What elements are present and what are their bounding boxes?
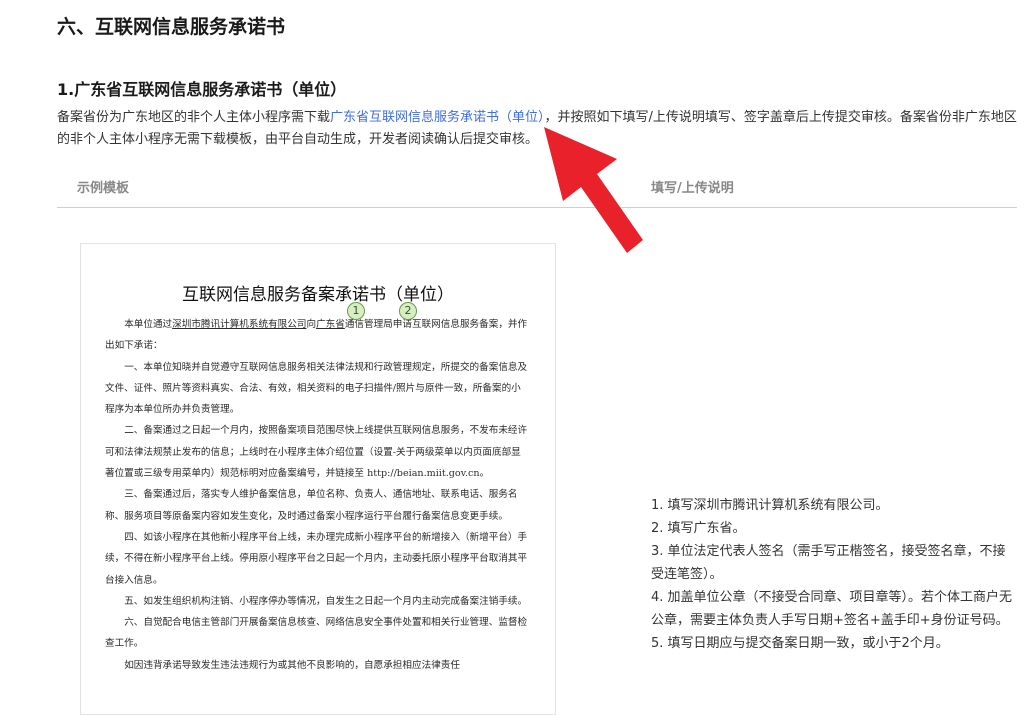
- intro-text-before: 备案省份为广东地区的非个人主体小程序需下载: [57, 110, 331, 125]
- section-heading: 六、互联网信息服务承诺书: [57, 16, 286, 38]
- document-body: 本单位通过深圳市腾讯计算机系统有限公司向广东省通信管理局申请互联网信息服务备案，…: [105, 314, 529, 676]
- table-header: 示例模板 填写/上传说明: [57, 172, 1017, 208]
- intro-paragraph: 备案省份为广东地区的非个人主体小程序需下载广东省互联网信息服务承诺书（单位），并…: [57, 107, 1022, 151]
- document-company-field: 深圳市腾讯计算机系统有限公司: [172, 319, 307, 330]
- document-paragraph: 如因违背承诺导致发生违法违规行为或其他不良影响的，自愿承担相应法律责任: [124, 659, 460, 671]
- header-instructions: 填写/上传说明: [651, 181, 734, 196]
- instruction-item: 5. 填写日期应与提交备案日期一致，或小于2个月。: [651, 636, 949, 651]
- document-paragraph: 一、本单位知晓并自觉遵守互联网信息服务相关法律法规和行政管理规定，所提交的备案信…: [105, 361, 528, 416]
- document-paragraph: 四、如该小程序在其他新小程序平台上线，未办理完成新小程序平台的新增接入（新增平台…: [105, 531, 528, 586]
- download-template-link[interactable]: 广东省互联网信息服务承诺书（单位）: [330, 110, 545, 125]
- document-paragraph: 三、备案通过后，落实专人维护备案信息，单位名称、负责人、通信地址、联系电话、服务…: [105, 489, 518, 522]
- document-paragraph: 五、如发生组织机构注销、小程序停办等情况，自发生之日起一个月内主动完成备案注销手…: [124, 595, 528, 607]
- document-paragraph: 二、备案通过之日起一个月内，按照备案项目范围尽快上线提供互联网信息服务，不发布未…: [105, 425, 528, 480]
- instruction-item: 4. 加盖单位公章（不接受合同章、项目章等）。若个体工商户无公章，需要主体负责人…: [651, 590, 1013, 628]
- example-document-image: 互联网信息服务备案承诺书（单位） 本单位通过深圳市腾讯计算机系统有限公司向广东省…: [80, 243, 556, 715]
- marker-1-badge: 1: [347, 302, 365, 320]
- document-title: 互联网信息服务备案承诺书（单位）: [182, 285, 454, 305]
- instruction-item: 2. 填写广东省。: [651, 521, 746, 536]
- instruction-item: 1. 填写深圳市腾讯计算机系统有限公司。: [651, 498, 889, 513]
- document-opening-line: 本单位通过深圳市腾讯计算机系统有限公司向广东省通信管理局申请互联网信息服务备案，…: [105, 319, 528, 352]
- instructions-list: 1. 填写深圳市腾讯计算机系统有限公司。 2. 填写广东省。 3. 单位法定代表…: [651, 494, 1016, 655]
- document-paragraph: 六、自觉配合电信主管部门开展备案信息核查、网络信息安全事件处置和相关行业管理、监…: [105, 617, 528, 650]
- document-province-field: 广东省: [316, 319, 345, 330]
- marker-2-badge: 2: [399, 302, 417, 320]
- header-example-template: 示例模板: [77, 181, 130, 196]
- instruction-item: 3. 单位法定代表人签名（需手写正楷签名，接受签名章，不接受连笔签）。: [651, 544, 1006, 582]
- subsection-heading: 1.广东省互联网信息服务承诺书（单位）: [57, 80, 347, 99]
